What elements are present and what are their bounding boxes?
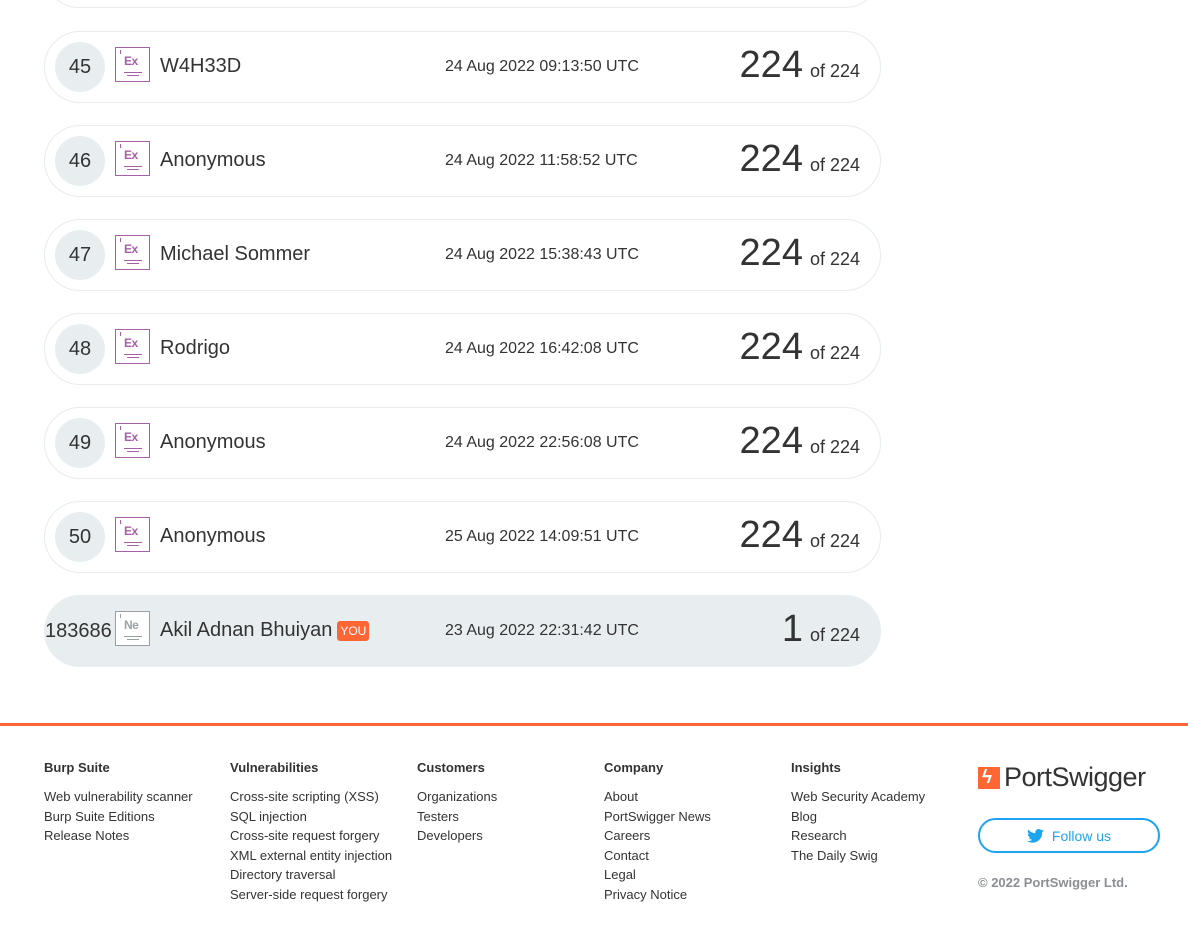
score-total: of 224 xyxy=(809,437,860,457)
score: 224 of 224 xyxy=(740,420,860,463)
score-total: of 224 xyxy=(809,155,860,175)
score: 224 of 224 xyxy=(740,138,860,181)
level-badge-icon: Ex xyxy=(115,423,150,458)
score-value: 1 xyxy=(781,608,803,650)
footer-column-title: Insights xyxy=(791,760,841,775)
footer-column-title: Company xyxy=(604,760,664,775)
score-total: of 224 xyxy=(809,249,860,269)
footer-column-vulnerabilities: Vulnerabilities Cross-site scripting (XS… xyxy=(230,760,392,905)
score-value: 224 xyxy=(739,44,803,86)
completion-date: 23 Aug 2022 22:31:42 UTC xyxy=(445,622,639,639)
completion-date: 24 Aug 2022 16:42:08 UTC xyxy=(445,340,639,357)
footer-column-burp-suite: Burp Suite Web vulnerability scanner Bur… xyxy=(44,760,193,846)
footer-link[interactable]: Cross-site request forgery xyxy=(230,826,392,846)
footer-link[interactable]: Web Security Academy xyxy=(791,787,925,807)
rank-number: 48 xyxy=(55,324,105,374)
leaderboard-row-partial xyxy=(44,0,880,8)
footer-link[interactable]: Privacy Notice xyxy=(604,885,711,905)
user-name: Anonymous xyxy=(160,431,266,453)
completion-date: 25 Aug 2022 14:09:51 UTC xyxy=(445,528,639,545)
footer-link[interactable]: About xyxy=(604,787,711,807)
score-value: 224 xyxy=(739,420,803,462)
level-badge-icon: Ex xyxy=(115,235,150,270)
completion-date: 24 Aug 2022 09:13:50 UTC xyxy=(445,58,639,75)
level-badge-icon: Ex xyxy=(115,517,150,552)
score-total: of 224 xyxy=(809,61,860,81)
footer-column-insights: Insights Web Security Academy Blog Resea… xyxy=(791,760,925,865)
score-total: of 224 xyxy=(809,343,860,363)
score-value: 224 xyxy=(739,138,803,180)
footer-link[interactable]: Developers xyxy=(417,826,497,846)
leaderboard-row: 48 Ex Rodrigo 24 Aug 2022 16:42:08 UTC 2… xyxy=(44,313,881,385)
footer-column-title: Burp Suite xyxy=(44,760,110,775)
footer-link[interactable]: Cross-site scripting (XSS) xyxy=(230,787,392,807)
user-name: Anonymous xyxy=(160,525,266,547)
logo-text: PortSwigger xyxy=(1004,762,1146,792)
user-name: Akil Adnan Bhuiyan YOU xyxy=(160,619,370,642)
completion-date: 24 Aug 2022 22:56:08 UTC xyxy=(445,434,639,451)
level-badge-icon: Ex xyxy=(115,47,150,82)
score: 224 of 224 xyxy=(740,232,860,275)
score-total: of 224 xyxy=(809,531,860,551)
footer-column-title: Vulnerabilities xyxy=(230,760,319,775)
copyright-text: © 2022 PortSwigger Ltd. xyxy=(978,875,1128,890)
leaderboard-row: 49 Ex Anonymous 24 Aug 2022 22:56:08 UTC… xyxy=(44,407,881,479)
rank-number: 45 xyxy=(55,42,105,92)
level-badge-icon: Ex xyxy=(115,141,150,176)
footer-column-title: Customers xyxy=(417,760,485,775)
rank-number: 49 xyxy=(55,418,105,468)
footer-link[interactable]: Web vulnerability scanner xyxy=(44,787,193,807)
score-total: of 224 xyxy=(809,625,860,645)
portswigger-logo-icon: ϟ xyxy=(978,766,1000,789)
leaderboard-row-current-user: 183686 Ne Akil Adnan Bhuiyan YOU 23 Aug 2… xyxy=(44,595,881,667)
you-badge: YOU xyxy=(337,620,370,641)
footer-link[interactable]: Legal xyxy=(604,865,711,885)
footer-link[interactable]: PortSwigger News xyxy=(604,807,711,827)
footer-link[interactable]: Blog xyxy=(791,807,925,827)
rank-number: 46 xyxy=(55,136,105,186)
footer-link[interactable]: SQL injection xyxy=(230,807,392,827)
leaderboard-row: 47 Ex Michael Sommer 24 Aug 2022 15:38:4… xyxy=(44,219,881,291)
footer-link[interactable]: Burp Suite Editions xyxy=(44,807,193,827)
leaderboard-row: 46 Ex Anonymous 24 Aug 2022 11:58:52 UTC… xyxy=(44,125,881,197)
footer-link[interactable]: Release Notes xyxy=(44,826,193,846)
user-name: Rodrigo xyxy=(160,337,231,359)
level-badge-icon: Ne xyxy=(115,611,150,646)
score-value: 224 xyxy=(739,232,803,274)
footer-column-company: Company About PortSwigger News Careers C… xyxy=(604,760,711,905)
footer-link[interactable]: Directory traversal xyxy=(230,865,392,885)
footer-link[interactable]: Research xyxy=(791,826,925,846)
footer-link[interactable]: The Daily Swig xyxy=(791,846,925,866)
rank-number: 50 xyxy=(55,512,105,562)
leaderboard-row: 45 Ex W4H33D 24 Aug 2022 09:13:50 UTC 22… xyxy=(44,31,881,103)
twitter-bird-icon xyxy=(1027,828,1044,843)
score-value: 224 xyxy=(739,326,803,368)
user-name: W4H33D xyxy=(160,55,242,77)
score-value: 224 xyxy=(739,514,803,556)
leaderboard-row: 50 Ex Anonymous 25 Aug 2022 14:09:51 UTC… xyxy=(44,501,881,573)
completion-date: 24 Aug 2022 15:38:43 UTC xyxy=(445,246,639,263)
footer-link[interactable]: Testers xyxy=(417,807,497,827)
footer-link[interactable]: Server-side request forgery xyxy=(230,885,392,905)
completion-date: 24 Aug 2022 11:58:52 UTC xyxy=(445,152,638,169)
footer-link[interactable]: Organizations xyxy=(417,787,497,807)
level-badge-icon: Ex xyxy=(115,329,150,364)
footer-link[interactable]: Careers xyxy=(604,826,711,846)
rank-number: 47 xyxy=(55,230,105,280)
user-name: Michael Sommer xyxy=(160,243,311,265)
score: 1 of 224 xyxy=(782,608,860,651)
footer-link[interactable]: Contact xyxy=(604,846,711,866)
follow-us-label: Follow us xyxy=(1051,827,1112,844)
user-name: Anonymous xyxy=(160,149,266,171)
score: 224 of 224 xyxy=(740,326,860,369)
footer-link[interactable]: XML external entity injection xyxy=(230,846,392,866)
score: 224 of 224 xyxy=(740,44,860,87)
score: 224 of 224 xyxy=(740,514,860,557)
portswigger-logo[interactable]: ϟ PortSwigger xyxy=(978,762,1146,793)
footer-column-customers: Customers Organizations Testers Develope… xyxy=(417,760,497,846)
follow-us-button[interactable]: Follow us xyxy=(978,818,1160,853)
user-name-text: Akil Adnan Bhuiyan xyxy=(160,619,333,641)
rank-number: 183686 xyxy=(45,619,112,642)
footer-divider xyxy=(0,723,1188,726)
